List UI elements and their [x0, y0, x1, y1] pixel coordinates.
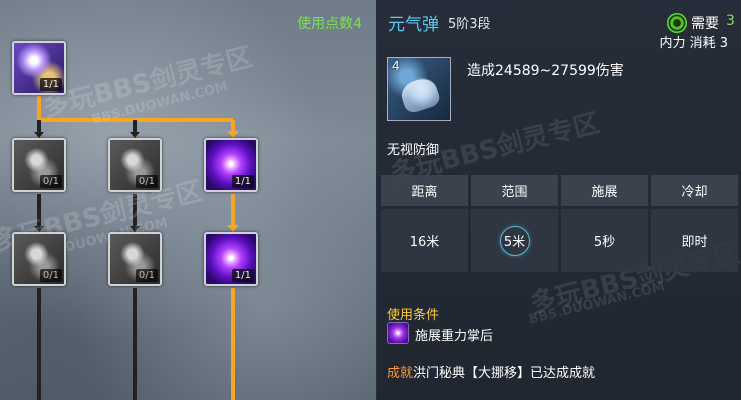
skill-title: 元气弹: [388, 15, 439, 35]
required-label: 需要: [691, 16, 719, 32]
condition-text: 施展重力掌后: [415, 329, 494, 344]
skill-tree-panel: 多玩BBS剑灵专区 BBS.DUOWAN.COM 多玩BBS剑灵专区 BBS.D…: [0, 0, 376, 400]
achievement-label: 成就: [387, 366, 414, 381]
skill-node-col1-row3[interactable]: 0/1: [12, 232, 66, 286]
skill-node-col3-row3[interactable]: 1/1: [204, 232, 258, 286]
skill-node-count: 1/1: [231, 175, 254, 188]
skill-rank: 5阶3段: [448, 17, 491, 32]
hand-glyph: [398, 75, 442, 115]
stat-value-area: 5米: [499, 225, 530, 256]
skill-hand-icon: 4: [387, 57, 451, 121]
points-used-label: 使用点数4: [297, 16, 362, 32]
arrow-col3-row3: [227, 225, 239, 232]
skill-node-root[interactable]: 1/1: [12, 41, 66, 95]
achievement-text: 洪门秘典【大挪移】已达成成就: [413, 366, 596, 381]
skill-node-col3-row2[interactable]: 1/1: [204, 138, 258, 192]
skill-trait: 无视防御: [387, 143, 440, 158]
damage-description: 造成24589~27599伤害: [467, 63, 624, 79]
stat-header-cast: 施展: [561, 175, 648, 206]
stat-header-area: 范围: [471, 175, 558, 206]
stat-value-range: 16米: [381, 209, 468, 272]
gravity-palm-icon: [387, 322, 409, 344]
skill-node-count: 0/1: [39, 175, 62, 188]
watermark-url-3: BBS.DUOWAN.COM: [527, 279, 667, 328]
skill-detail-panel: 多玩BBS剑灵专区 多玩BBS剑灵专区 BBS.DUOWAN.COM 元气弹 5…: [376, 0, 741, 400]
skill-node-count: 0/1: [39, 269, 62, 282]
cost-value: 3: [719, 36, 728, 51]
arrow-col3-row2: [227, 131, 239, 138]
cost-label-text: 内力 消耗: [659, 36, 716, 51]
skill-node-count: 0/1: [135, 269, 158, 282]
stat-header-range: 距离: [381, 175, 468, 206]
skill-node-count: 1/1: [231, 269, 254, 282]
stat-value-area-cell: 5米: [471, 209, 558, 272]
skill-stat-table: 距离 范围 施展 冷却 16米 5米 5秒 即时: [381, 175, 738, 275]
stat-header-cooldown: 冷却: [651, 175, 738, 206]
energy-swirl-icon: [667, 13, 687, 33]
internal-force-cost: 内力 消耗 3: [659, 32, 728, 51]
stat-value-cooldown: 即时: [651, 209, 738, 272]
required-value: 3: [726, 13, 735, 29]
skill-node-count: 0/1: [135, 175, 158, 188]
skill-node-col2-row3[interactable]: 0/1: [108, 232, 162, 286]
stat-value-cast: 5秒: [561, 209, 648, 272]
condition-title: 使用条件: [387, 308, 440, 323]
skill-node-col1-row2[interactable]: 0/1: [12, 138, 66, 192]
skill-icon-level: 4: [392, 59, 400, 73]
skill-node-col2-row2[interactable]: 0/1: [108, 138, 162, 192]
skill-node-count: 1/1: [39, 78, 62, 91]
